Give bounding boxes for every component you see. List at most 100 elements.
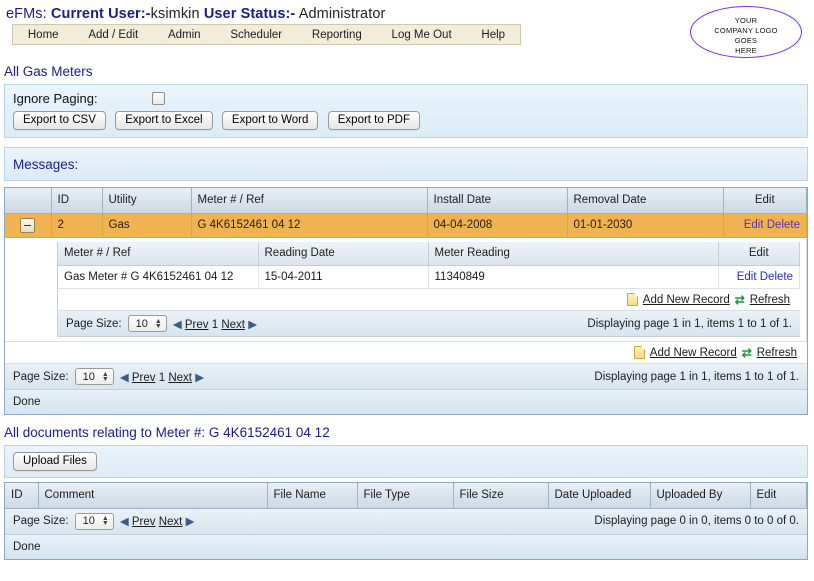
readings-pager: Page Size: 10 ▲ ▼ ◀ Prev 1 Next ▶ Displa… xyxy=(58,311,800,337)
current-user-value: ksimkin xyxy=(150,6,200,22)
stepper-icon: ▲ ▼ xyxy=(101,370,109,383)
nav-item-add-edit[interactable]: Add / Edit xyxy=(73,29,153,41)
user-status-value: Administrator xyxy=(298,6,386,22)
meters-page-size-select[interactable]: 10 ▲ ▼ xyxy=(74,368,114,385)
documents-page-size-select[interactable]: 10 ▲ ▼ xyxy=(74,512,114,530)
nested-detail-row: Meter # / Ref Reading Date Meter Reading… xyxy=(5,237,807,342)
readings-col-meter-reading[interactable]: Meter Reading xyxy=(428,241,719,266)
documents-col-comment[interactable]: Comment xyxy=(38,483,268,509)
documents-upload-panel: Upload Files xyxy=(4,445,808,478)
prev-arrow-icon[interactable]: ◀ xyxy=(120,516,129,528)
meters-next-link[interactable]: Next xyxy=(168,372,192,384)
collapse-minus-icon[interactable] xyxy=(20,217,36,233)
table-row[interactable]: Gas Meter # G 4K6152461 04 12 15-04-2011… xyxy=(58,265,800,289)
documents-col-date-uploaded[interactable]: Date Uploaded xyxy=(548,483,651,509)
next-arrow-icon[interactable]: ▶ xyxy=(248,319,257,331)
add-new-record-link[interactable]: Add New Record xyxy=(650,347,737,359)
edit-link[interactable]: Edit xyxy=(744,219,764,231)
page-title: All Gas Meters xyxy=(4,64,93,79)
readings-page-size-value: 10 xyxy=(135,317,148,330)
export-to-csv-button[interactable]: Export to CSV xyxy=(13,111,106,130)
nav-item-help[interactable]: Help xyxy=(467,29,520,41)
app-name: eFMs: xyxy=(6,6,47,22)
meters-current-page: 1 xyxy=(158,371,166,384)
nav-item-scheduler[interactable]: Scheduler xyxy=(215,29,297,41)
table-row[interactable]: 2 Gas G 4K6152461 04 12 04-04-2008 01-01… xyxy=(5,213,807,238)
next-arrow-icon[interactable]: ▶ xyxy=(186,516,195,528)
cell-row-actions: Edit Delete xyxy=(723,213,807,238)
documents-grid-header-row: ID Comment File Name File Type File Size… xyxy=(5,483,807,509)
documents-page-nav: ◀ Prev Next ▶ xyxy=(120,514,195,528)
meters-pager-status: Displaying page 1 in 1, items 1 to 1 of … xyxy=(594,370,799,383)
readings-grid: Meter # / Ref Reading Date Meter Reading… xyxy=(58,241,800,289)
readings-col-edit: Edit xyxy=(718,241,800,266)
ignore-paging-label: Ignore Paging: xyxy=(13,91,98,106)
nav-item-admin[interactable]: Admin xyxy=(153,29,215,41)
documents-col-edit: Edit xyxy=(750,483,807,509)
export-button-group: Export to CSV Export to Excel Export to … xyxy=(13,111,799,130)
nested-spacer-cell xyxy=(5,237,51,342)
meters-col-utility[interactable]: Utility xyxy=(102,188,192,214)
export-to-excel-button[interactable]: Export to Excel xyxy=(115,111,213,130)
add-new-record-link[interactable]: Add New Record xyxy=(643,294,730,306)
nav-item-reporting[interactable]: Reporting xyxy=(297,29,377,41)
cell-reading-actions: Edit Delete xyxy=(718,265,800,289)
cell-install-date: 04-04-2008 xyxy=(427,213,568,238)
documents-col-file-size[interactable]: File Size xyxy=(453,483,549,509)
readings-page-size-select[interactable]: 10 ▲ ▼ xyxy=(127,315,167,332)
readings-command-bar: Add New Record ⇄ Refresh xyxy=(58,289,800,311)
documents-prev-link[interactable]: Prev xyxy=(132,516,156,528)
meters-grid: ID Utility Meter # / Ref Install Date Re… xyxy=(4,187,808,415)
refresh-link[interactable]: Refresh xyxy=(750,294,790,306)
readings-col-meter-ref[interactable]: Meter # / Ref xyxy=(58,241,259,266)
meters-col-meter-ref[interactable]: Meter # / Ref xyxy=(191,188,428,214)
logo-line-3: GOES xyxy=(734,36,758,45)
edit-link[interactable]: Edit xyxy=(737,271,757,283)
documents-col-uploaded-by[interactable]: Uploaded By xyxy=(650,483,751,509)
prev-arrow-icon[interactable]: ◀ xyxy=(173,319,182,331)
prev-arrow-icon[interactable]: ◀ xyxy=(120,372,129,384)
nav-item-log-me-out[interactable]: Log Me Out xyxy=(377,29,467,41)
upload-files-button[interactable]: Upload Files xyxy=(13,452,97,471)
export-to-pdf-button[interactable]: Export to PDF xyxy=(327,111,420,130)
logo-line-4: HERE xyxy=(735,46,757,55)
documents-col-file-name[interactable]: File Name xyxy=(267,483,358,509)
stepper-icon: ▲ ▼ xyxy=(154,317,162,330)
nested-readings-container: Meter # / Ref Reading Date Meter Reading… xyxy=(51,237,807,342)
readings-grid-header-row: Meter # / Ref Reading Date Meter Reading… xyxy=(58,241,800,266)
meters-command-bar: Add New Record ⇄ Refresh xyxy=(5,342,807,364)
refresh-icon: ⇄ xyxy=(741,345,752,360)
meters-col-removal-date[interactable]: Removal Date xyxy=(567,188,724,214)
documents-status-bar: Done xyxy=(5,534,807,559)
current-user-label: Current User:- xyxy=(50,6,151,22)
meters-col-install-date[interactable]: Install Date xyxy=(427,188,568,214)
documents-next-link[interactable]: Next xyxy=(159,516,183,528)
readings-next-link[interactable]: Next xyxy=(221,319,245,331)
refresh-icon: ⇄ xyxy=(734,292,745,307)
documents-col-file-type[interactable]: File Type xyxy=(357,483,454,509)
meters-prev-link[interactable]: Prev xyxy=(132,372,156,384)
documents-col-id[interactable]: ID xyxy=(5,483,39,509)
main-navigation: Home Add / Edit Admin Scheduler Reportin… xyxy=(12,24,521,45)
meters-grid-header-row: ID Utility Meter # / Ref Install Date Re… xyxy=(5,188,807,214)
next-arrow-icon[interactable]: ▶ xyxy=(195,372,204,384)
readings-page-nav: ◀ Prev 1 Next ▶ xyxy=(173,317,257,331)
export-to-word-button[interactable]: Export to Word xyxy=(221,111,319,130)
documents-pager: Page Size: 10 ▲ ▼ ◀ Prev Next ▶ Displayin… xyxy=(5,508,807,535)
nav-item-home[interactable]: Home xyxy=(13,29,73,41)
ignore-paging-checkbox[interactable] xyxy=(151,92,165,105)
meters-page-size-value: 10 xyxy=(82,370,95,383)
export-panel: Ignore Paging: Export to CSV Export to E… xyxy=(4,84,808,138)
documents-page-size-label: Page Size: xyxy=(13,515,69,527)
new-record-page-icon xyxy=(626,293,638,306)
cell-id: 2 xyxy=(51,213,103,238)
meters-col-id[interactable]: ID xyxy=(51,188,103,214)
refresh-link[interactable]: Refresh xyxy=(757,347,797,359)
delete-link[interactable]: Delete xyxy=(760,271,793,283)
readings-col-reading-date[interactable]: Reading Date xyxy=(258,241,429,266)
row-expander-cell[interactable] xyxy=(5,213,52,238)
logo-line-1: YOUR xyxy=(734,16,758,25)
delete-link[interactable]: Delete xyxy=(767,219,800,231)
cell-reading-meter-ref: Gas Meter # G 4K6152461 04 12 xyxy=(58,265,259,289)
readings-prev-link[interactable]: Prev xyxy=(185,319,209,331)
